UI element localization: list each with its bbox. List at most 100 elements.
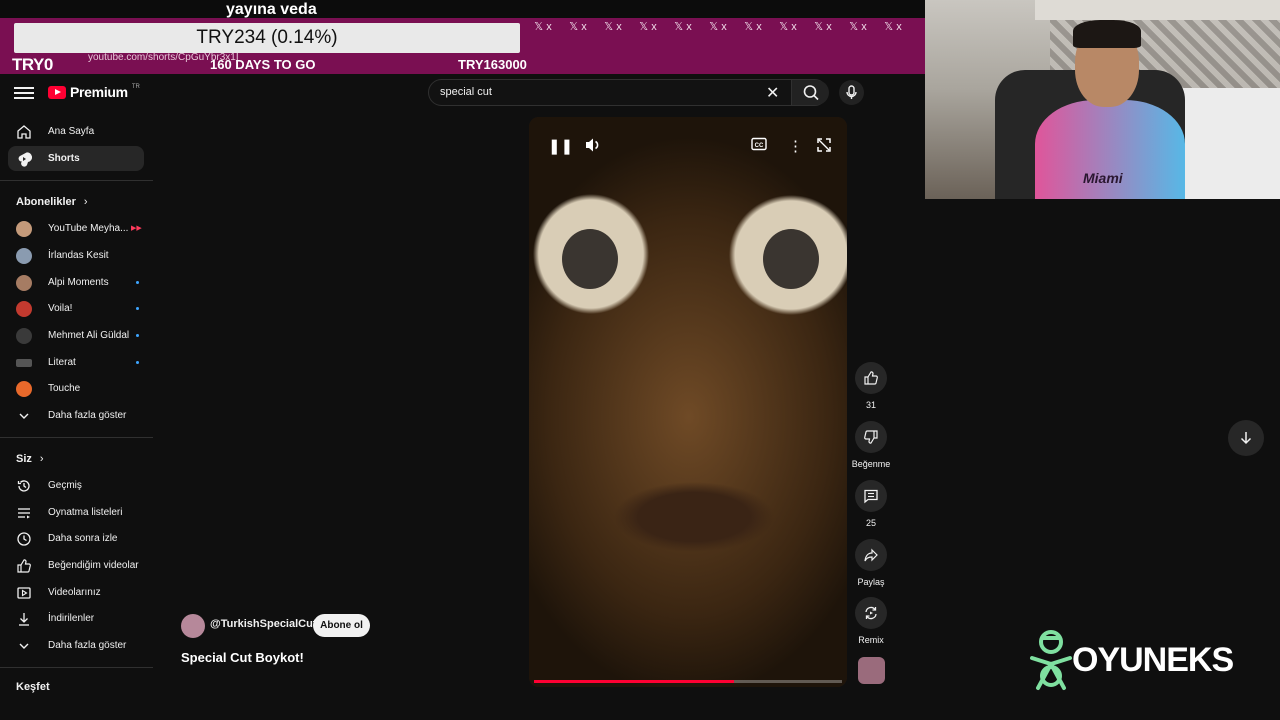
sidebar-item-playlists[interactable]: Oynatma listeleri (8, 500, 144, 525)
downloads-icon (16, 611, 32, 627)
captions-icon[interactable]: CC (751, 137, 767, 155)
avatar (16, 300, 32, 317)
oyuneks-logo: OYUNEKS (1028, 628, 1234, 692)
dislike-button[interactable] (855, 421, 887, 453)
sidebar-item-label: Ana Sayfa (48, 126, 95, 137)
share-action[interactable]: Paylaş (846, 539, 896, 587)
chevron-right-icon: › (83, 196, 88, 208)
your-videos-icon (16, 585, 32, 601)
sidebar-item-label: Beğendiğim videolar (48, 560, 139, 571)
share-button[interactable] (855, 539, 887, 571)
sidebar-item-label: Daha fazla göster (48, 410, 127, 421)
oyuneks-mascot-icon (1030, 630, 1072, 690)
sidebar-item-shorts[interactable]: Shorts (8, 146, 144, 171)
overlay-top-strip (0, 0, 925, 18)
new-content-dot (136, 281, 139, 284)
avatar (16, 380, 32, 397)
remix-button[interactable] (855, 597, 887, 629)
logo-region: TR (131, 84, 140, 90)
new-content-dot (136, 361, 139, 364)
sidebar-item-label: Voila! (48, 303, 73, 314)
subscribe-button[interactable]: Abone ol (313, 614, 370, 637)
sidebar-item-label: Daha fazla göster (48, 640, 127, 651)
sidebar-item-history[interactable]: Geçmiş (8, 473, 144, 498)
x-logo-icon: 𝕏 x (709, 21, 727, 33)
subscriptions-heading[interactable]: Abonelikler › (16, 196, 88, 208)
comments-action[interactable]: 25 (846, 480, 896, 528)
sidebar-item-downloads[interactable]: İndirilenler (8, 606, 144, 631)
shorts-video-player[interactable]: ❚❚ CC ⋮ (529, 117, 847, 687)
video-progress-fill (534, 680, 735, 683)
you-heading[interactable]: Siz › (16, 453, 44, 465)
sidebar-item-liked-videos[interactable]: Beğendiğim videolar (8, 553, 144, 578)
overlay-title: yayına veda (226, 1, 317, 18)
live-indicator-icon: ▶▶ (131, 225, 142, 232)
remix-action[interactable]: Remix (846, 597, 896, 645)
hamburger-menu-icon[interactable] (14, 84, 34, 102)
avatar (16, 274, 32, 291)
dislike-action[interactable]: Beğenme (846, 421, 896, 469)
new-content-dot (136, 334, 139, 337)
video-eye-left (562, 229, 618, 289)
comment-count: 25 (865, 518, 876, 528)
x-logo-icon: 𝕏 x (779, 21, 797, 33)
shorts-icon (16, 151, 32, 167)
channel-avatar[interactable] (181, 614, 205, 638)
clear-search-icon[interactable]: ✕ (766, 83, 779, 103)
search-input[interactable]: special cut (440, 86, 492, 98)
search-button[interactable] (791, 80, 829, 105)
fullscreen-icon[interactable] (816, 137, 832, 157)
history-icon (16, 478, 32, 494)
x-marks-row: 𝕏 x𝕏 x𝕏 x𝕏 x𝕏 x𝕏 x𝕏 x𝕏 x𝕏 x𝕏 x𝕏 x (532, 20, 904, 33)
arrow-down-icon (1240, 432, 1252, 445)
remix-label: Remix (858, 635, 884, 645)
sidebar-item-home[interactable]: Ana Sayfa (8, 119, 144, 144)
sidebar-item-subscription[interactable]: Touche (8, 376, 144, 401)
sidebar-item-subscription[interactable]: Voila! (8, 296, 144, 321)
x-logo-icon: 𝕏 x (744, 21, 762, 33)
sidebar-item-subscription[interactable]: Literat (8, 350, 144, 375)
goal-current-amount: TRY0 (12, 55, 53, 74)
video-eye-right (763, 229, 819, 289)
avatar (16, 220, 32, 237)
channel-name[interactable]: @TurkishSpecialCut (210, 618, 317, 630)
subscriptions-title: Abonelikler (16, 196, 76, 208)
sidebar-item-subscription[interactable]: Alpi Moments (8, 270, 144, 295)
show-more-subscriptions[interactable]: Daha fazla göster (8, 403, 144, 428)
show-more-you[interactable]: Daha fazla göster (8, 633, 144, 658)
video-progress-bar[interactable] (534, 680, 842, 683)
like-action[interactable]: 31 (846, 362, 896, 410)
goal-days-left: 160 DAYS TO GO (210, 57, 316, 72)
jersey-text: Miami (1083, 170, 1123, 186)
voice-search-button[interactable] (839, 80, 864, 105)
sidebar-item-watch-later[interactable]: Daha sonra izle (8, 526, 144, 551)
x-logo-icon: 𝕏 x (674, 21, 692, 33)
sidebar-item-your-videos[interactable]: Videolarınız (8, 580, 144, 605)
like-button[interactable] (855, 362, 887, 394)
share-icon (864, 548, 878, 562)
comments-button[interactable] (855, 480, 887, 512)
sidebar-item-subscription[interactable]: Mehmet Ali Güldal (8, 323, 144, 348)
more-options-icon[interactable]: ⋮ (788, 137, 803, 155)
streamer-webcam: Miami (925, 0, 1280, 199)
microphone-icon (846, 85, 857, 99)
sidebar-item-label: YouTube Meyha... (48, 223, 129, 234)
volume-icon[interactable] (584, 137, 602, 157)
sidebar-item-subscription[interactable]: İrlandas Kesit (8, 243, 144, 268)
next-short-button[interactable] (1228, 420, 1264, 456)
youtube-play-icon (48, 85, 66, 99)
chevron-right-icon: › (39, 453, 44, 465)
sidebar-item-label: Videolarınız (48, 587, 101, 598)
pause-icon[interactable]: ❚❚ (548, 137, 573, 155)
search-box[interactable]: special cut ✕ (428, 79, 829, 106)
new-content-dot (136, 307, 139, 310)
sound-thumbnail[interactable] (858, 657, 885, 684)
sidebar-item-label: Literat (48, 357, 76, 368)
sidebar-divider (0, 180, 153, 181)
sidebar-divider (0, 437, 153, 438)
search-icon (803, 85, 819, 101)
youtube-logo[interactable]: Premium TR (48, 84, 140, 100)
x-logo-icon: 𝕏 x (849, 21, 867, 33)
sidebar-item-subscription[interactable]: YouTube Meyha... ▶▶ (8, 216, 144, 241)
streamer-hair (1073, 20, 1141, 48)
